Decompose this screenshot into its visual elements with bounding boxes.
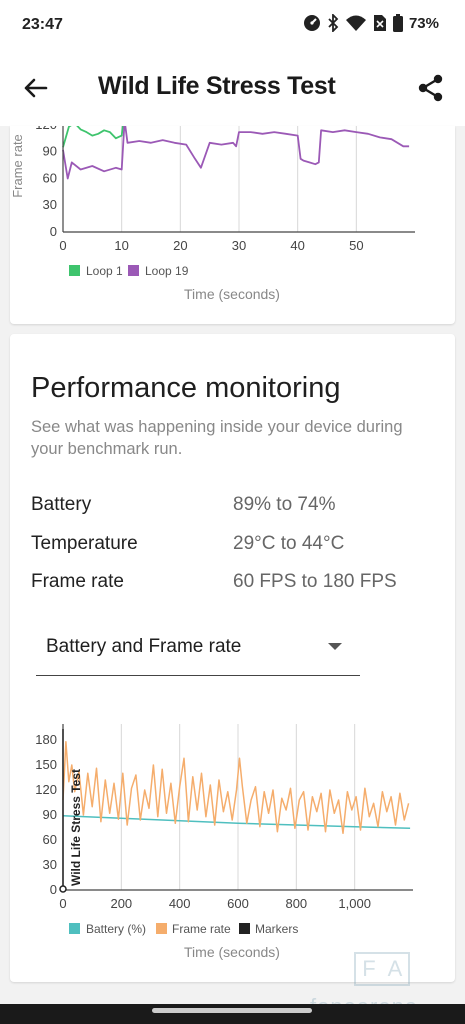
y-tick-label: 90 [43, 144, 57, 159]
y-tick-label: 30 [43, 197, 57, 212]
y-tick-label: 180 [35, 732, 57, 747]
legend-loop-19: Loop 19 [128, 264, 189, 278]
dropdown-arrow-icon [328, 643, 342, 650]
stat-value: 89% to 74% [233, 494, 336, 515]
back-arrow-icon[interactable] [20, 72, 52, 104]
page-title: Wild Life Stress Test [98, 72, 336, 100]
status-time: 23:47 [22, 16, 63, 33]
watermark-logo: F A [354, 952, 410, 986]
series-line-frame-rate [62, 740, 410, 835]
x-tick-label: 30 [232, 238, 246, 253]
legend-loop-1: Loop 1 [69, 264, 123, 278]
legend-frame-rate: Frame rate [156, 922, 231, 936]
y-tick-label: 0 [50, 224, 57, 239]
x-tick-label: 40 [290, 238, 304, 253]
y-axis-label: Frame rate [10, 134, 25, 198]
loop-frame-rate-chart: 010203040500306090120 Frame rate Loop 1 … [10, 126, 415, 302]
legend-battery: Battery (%) [69, 922, 146, 936]
y-tick-label: 60 [43, 170, 57, 185]
y-tick-label: 120 [35, 782, 57, 797]
wifi-icon [345, 14, 367, 32]
y-tick-label: 120 [35, 126, 57, 132]
y-tick-label: 150 [35, 757, 57, 772]
y-tick-label: 0 [50, 882, 57, 897]
y-tick-label: 30 [43, 857, 57, 872]
marker-label: Wild Life Stress Test [69, 769, 83, 886]
legend-swatch [69, 265, 80, 276]
y-tick-label: 90 [43, 807, 57, 822]
performance-monitoring-card: Performance monitoring See what was happ… [10, 334, 455, 982]
legend-markers: Markers [239, 922, 298, 936]
stat-value: 60 FPS to 180 FPS [233, 571, 397, 592]
speedometer-icon [303, 14, 321, 32]
legend-swatch [156, 923, 167, 934]
status-icons: 73% [303, 14, 439, 32]
x-tick-label: 20 [173, 238, 187, 253]
battery-percent: 73% [408, 14, 439, 32]
stat-value: 29°C to 44°C [233, 533, 345, 554]
x-tick-label: 50 [349, 238, 363, 253]
x-tick-label: 1,000 [338, 896, 371, 911]
stat-label: Frame rate [31, 571, 124, 592]
gesture-nav-handle[interactable] [152, 1008, 312, 1013]
x-tick-label: 200 [110, 896, 132, 911]
app-bar: Wild Life Stress Test [0, 50, 465, 126]
status-bar: 23:47 73% [0, 0, 465, 50]
battery-icon [392, 14, 403, 32]
legend-swatch [128, 265, 139, 276]
stat-label: Battery [31, 494, 92, 515]
legend-label: Markers [255, 922, 298, 936]
legend-swatch [239, 923, 250, 934]
x-tick-label: 0 [59, 896, 66, 911]
x-axis-label: Time (seconds) [184, 944, 280, 960]
y-tick-label: 60 [43, 832, 57, 847]
legend-swatch [69, 923, 80, 934]
marker-line: Wild Life Stress Test [59, 729, 83, 893]
dropdown-value: Battery and Frame rate [46, 636, 242, 657]
bluetooth-icon [327, 14, 339, 32]
x-tick-label: 10 [114, 238, 128, 253]
x-tick-label: 600 [227, 896, 249, 911]
section-description: See what was happening inside your devic… [31, 418, 403, 458]
series-line-battery [62, 815, 411, 830]
stat-label: Temperature [31, 533, 138, 554]
series-line-loop-19 [62, 126, 410, 180]
section-title: Performance monitoring [31, 372, 341, 404]
x-tick-label: 800 [285, 896, 307, 911]
bottom-bar [0, 1004, 465, 1024]
chart-selector-dropdown[interactable]: Battery and Frame rate [36, 624, 360, 676]
no-sim-icon [373, 14, 387, 32]
x-tick-label: 0 [59, 238, 66, 253]
legend-label: Loop 19 [145, 264, 189, 278]
legend-label: Frame rate [172, 922, 231, 936]
share-icon[interactable] [415, 72, 447, 104]
loop-comparison-card: 010203040500306090120 Frame rate Loop 1 … [10, 126, 455, 324]
battery-frame-rate-chart: 0 200 400 600 800 1,000 0 30 60 90 120 150 180 Wild … [35, 724, 413, 960]
legend-label: Loop 1 [86, 264, 123, 278]
legend-label: Battery (%) [86, 922, 146, 936]
x-axis-label: Time (seconds) [184, 286, 280, 302]
x-tick-label: 400 [169, 896, 191, 911]
